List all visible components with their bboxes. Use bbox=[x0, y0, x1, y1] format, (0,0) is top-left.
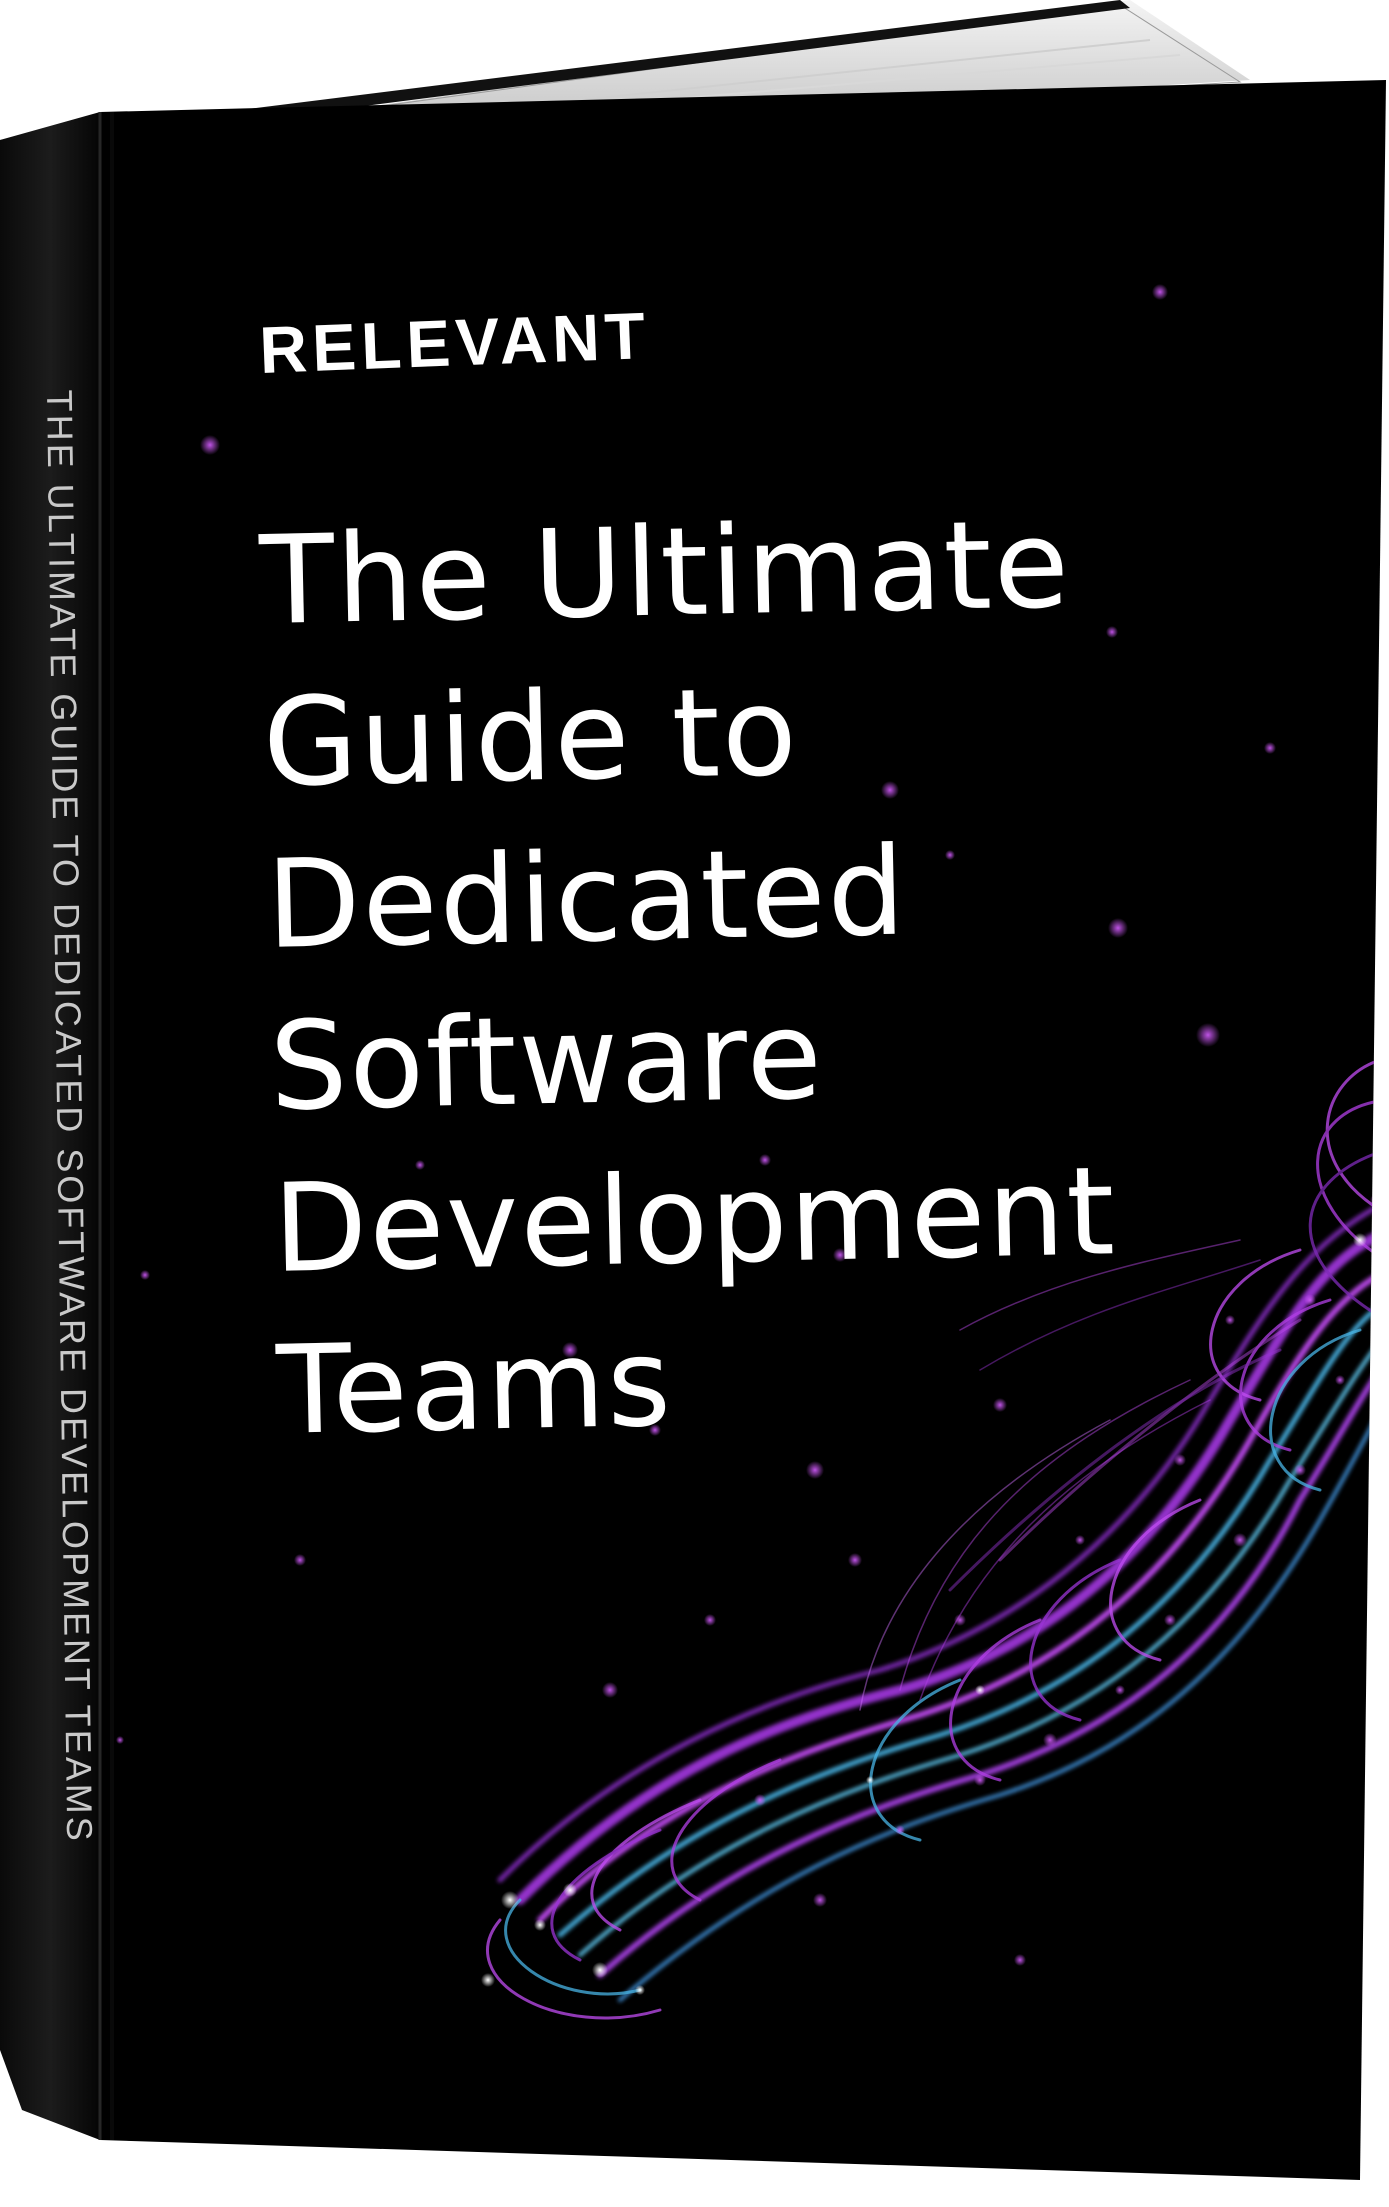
front-cover bbox=[100, 80, 1386, 2180]
book-illustration bbox=[0, 0, 1386, 2180]
book-mockup: RELEVANT The Ultimate Guide to Dedicated… bbox=[0, 0, 1389, 2207]
book-spine bbox=[0, 112, 100, 2140]
